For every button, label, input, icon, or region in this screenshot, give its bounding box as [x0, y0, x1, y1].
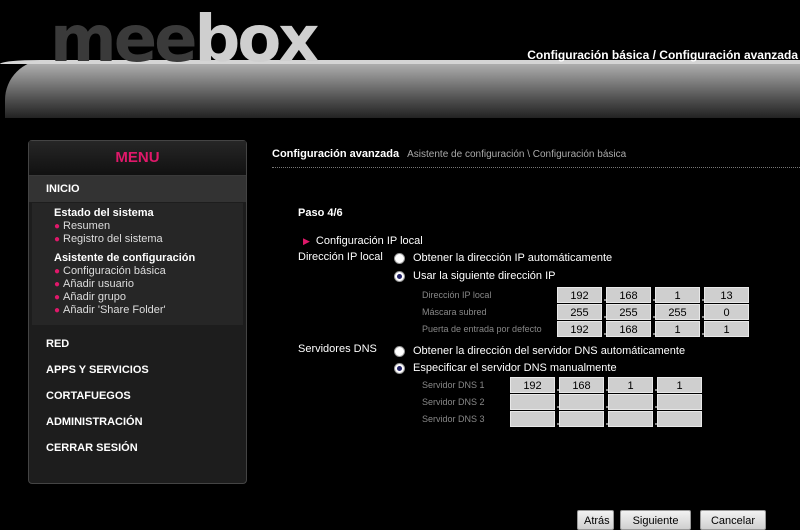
dns-field-1-octet-3[interactable]: 1	[608, 377, 653, 393]
dns-field-3-octet-3[interactable]	[608, 411, 653, 427]
breadcrumb-current: Configuración avanzada	[272, 148, 400, 160]
submenu-item-add-share[interactable]: ● Añadir 'Share Folder'	[54, 304, 243, 317]
header: meebox Configuración básica / Configurac…	[0, 0, 800, 118]
ip-field-3-octet-2[interactable]: 168	[606, 321, 651, 337]
submenu-item-add-user[interactable]: ● Añadir usuario	[54, 278, 243, 291]
triangle-right-icon: ▶	[303, 236, 310, 246]
breadcrumb: Configuración avanzada Asistente de confi…	[272, 148, 626, 160]
step-indicator: Paso 4/6	[298, 207, 343, 219]
submenu-group-title: Estado del sistema	[54, 207, 154, 219]
bullet-icon: ●	[54, 266, 61, 277]
ip-manual-radio[interactable]	[394, 270, 405, 282]
ip-section-label: Dirección IP local	[298, 251, 383, 263]
submenu-group-title: Asistente de configuración	[54, 252, 196, 264]
dns-section-label: Servidores DNS	[298, 343, 377, 355]
dns-field-3-octet-4[interactable]	[657, 411, 702, 427]
section-title: ▶ Configuración IP local	[303, 235, 423, 247]
menu-item-logout[interactable]: CERRAR SESIÓN	[29, 435, 246, 461]
ip-field-1-octet-4[interactable]: 13	[704, 287, 749, 303]
dns-field-1-octet-1[interactable]: 192	[510, 377, 555, 393]
next-button[interactable]: Siguiente	[620, 510, 691, 530]
meebox-logo: meebox	[50, 3, 320, 77]
menu-item-red[interactable]: RED	[29, 331, 246, 357]
back-button[interactable]: Atrás	[577, 510, 614, 530]
submenu-item-resumen[interactable]: ● Resumen	[54, 220, 243, 233]
dns-field-1-octet-2[interactable]: 168	[559, 377, 604, 393]
ip-field-2-octet-4[interactable]: 0	[704, 304, 749, 320]
menu-item-cortafuegos[interactable]: CORTAFUEGOS	[29, 383, 246, 409]
ip-field-2-octet-1[interactable]: 255	[557, 304, 602, 320]
dns-field-3-octet-2[interactable]	[559, 411, 604, 427]
dns-field-2-octet-3[interactable]	[608, 394, 653, 410]
dns-field-3-octet-1[interactable]	[510, 411, 555, 427]
dns-manual-option[interactable]: Especificar el servidor DNS manualmente	[394, 362, 617, 374]
field-label-gateway: Puerta de entrada por defecto	[422, 324, 542, 334]
bullet-icon: ●	[54, 221, 61, 232]
nav-basic-config-link[interactable]: Configuración básica	[527, 48, 649, 62]
submenu-item-config-basica[interactable]: ● Configuración básica	[54, 265, 243, 278]
dns-field-2-octet-1[interactable]	[510, 394, 555, 410]
ip-manual-option[interactable]: Usar la siguiente dirección IP	[394, 270, 555, 282]
ip-field-3-octet-3[interactable]: 1	[655, 321, 700, 337]
field-label-local-ip: Dirección IP local	[422, 290, 492, 300]
ip-field-1-octet-3[interactable]: 1	[655, 287, 700, 303]
ip-field-1-octet-1[interactable]: 192	[557, 287, 602, 303]
dns-auto-radio[interactable]	[394, 345, 405, 357]
top-nav: Configuración básica / Configuración ava…	[527, 48, 798, 62]
bullet-icon: ●	[54, 279, 61, 290]
field-label-dns3: Servidor DNS 3	[422, 414, 485, 424]
bullet-icon: ●	[54, 292, 61, 303]
dns-field-2-octet-2[interactable]	[559, 394, 604, 410]
ip-auto-option[interactable]: Obtener la dirección IP automáticamente	[394, 252, 612, 264]
dns-manual-radio[interactable]	[394, 362, 405, 374]
dns-auto-option[interactable]: Obtener la dirección del servidor DNS au…	[394, 345, 685, 357]
ip-field-3-octet-4[interactable]: 1	[704, 321, 749, 337]
menu-item-administracion[interactable]: ADMINISTRACIÓN	[29, 409, 246, 435]
dns-field-2-octet-4[interactable]	[657, 394, 702, 410]
field-label-dns1: Servidor DNS 1	[422, 380, 485, 390]
submenu-item-registro[interactable]: ● Registro del sistema	[54, 233, 243, 246]
ip-field-2-octet-2[interactable]: 255	[606, 304, 651, 320]
breadcrumb-path: Asistente de configuración \ Configuraci…	[407, 149, 627, 160]
field-label-subnet: Máscara subred	[422, 307, 487, 317]
breadcrumb-divider	[272, 167, 800, 168]
bullet-icon: ●	[54, 305, 61, 316]
bullet-icon: ●	[54, 234, 61, 245]
menu-item-apps[interactable]: APPS Y SERVICIOS	[29, 357, 246, 383]
ip-field-2-octet-3[interactable]: 255	[655, 304, 700, 320]
field-label-dns2: Servidor DNS 2	[422, 397, 485, 407]
menu-item-inicio[interactable]: INICIO	[29, 176, 246, 202]
submenu-inicio: Estado del sistema ● Resumen ● Registro de…	[32, 203, 243, 325]
ip-field-1-octet-2[interactable]: 168	[606, 287, 651, 303]
nav-separator: /	[649, 48, 660, 62]
dns-field-1-octet-4[interactable]: 1	[657, 377, 702, 393]
ip-auto-radio[interactable]	[394, 252, 405, 264]
ip-field-3-octet-1[interactable]: 192	[557, 321, 602, 337]
submenu-item-add-group[interactable]: ● Añadir grupo	[54, 291, 243, 304]
cancel-button[interactable]: Cancelar	[700, 510, 766, 530]
nav-advanced-config-link[interactable]: Configuración avanzada	[659, 48, 798, 62]
sidebar-menu: MENU INICIO Estado del sistema ● Resumen …	[28, 140, 247, 484]
menu-title: MENU	[29, 141, 246, 176]
